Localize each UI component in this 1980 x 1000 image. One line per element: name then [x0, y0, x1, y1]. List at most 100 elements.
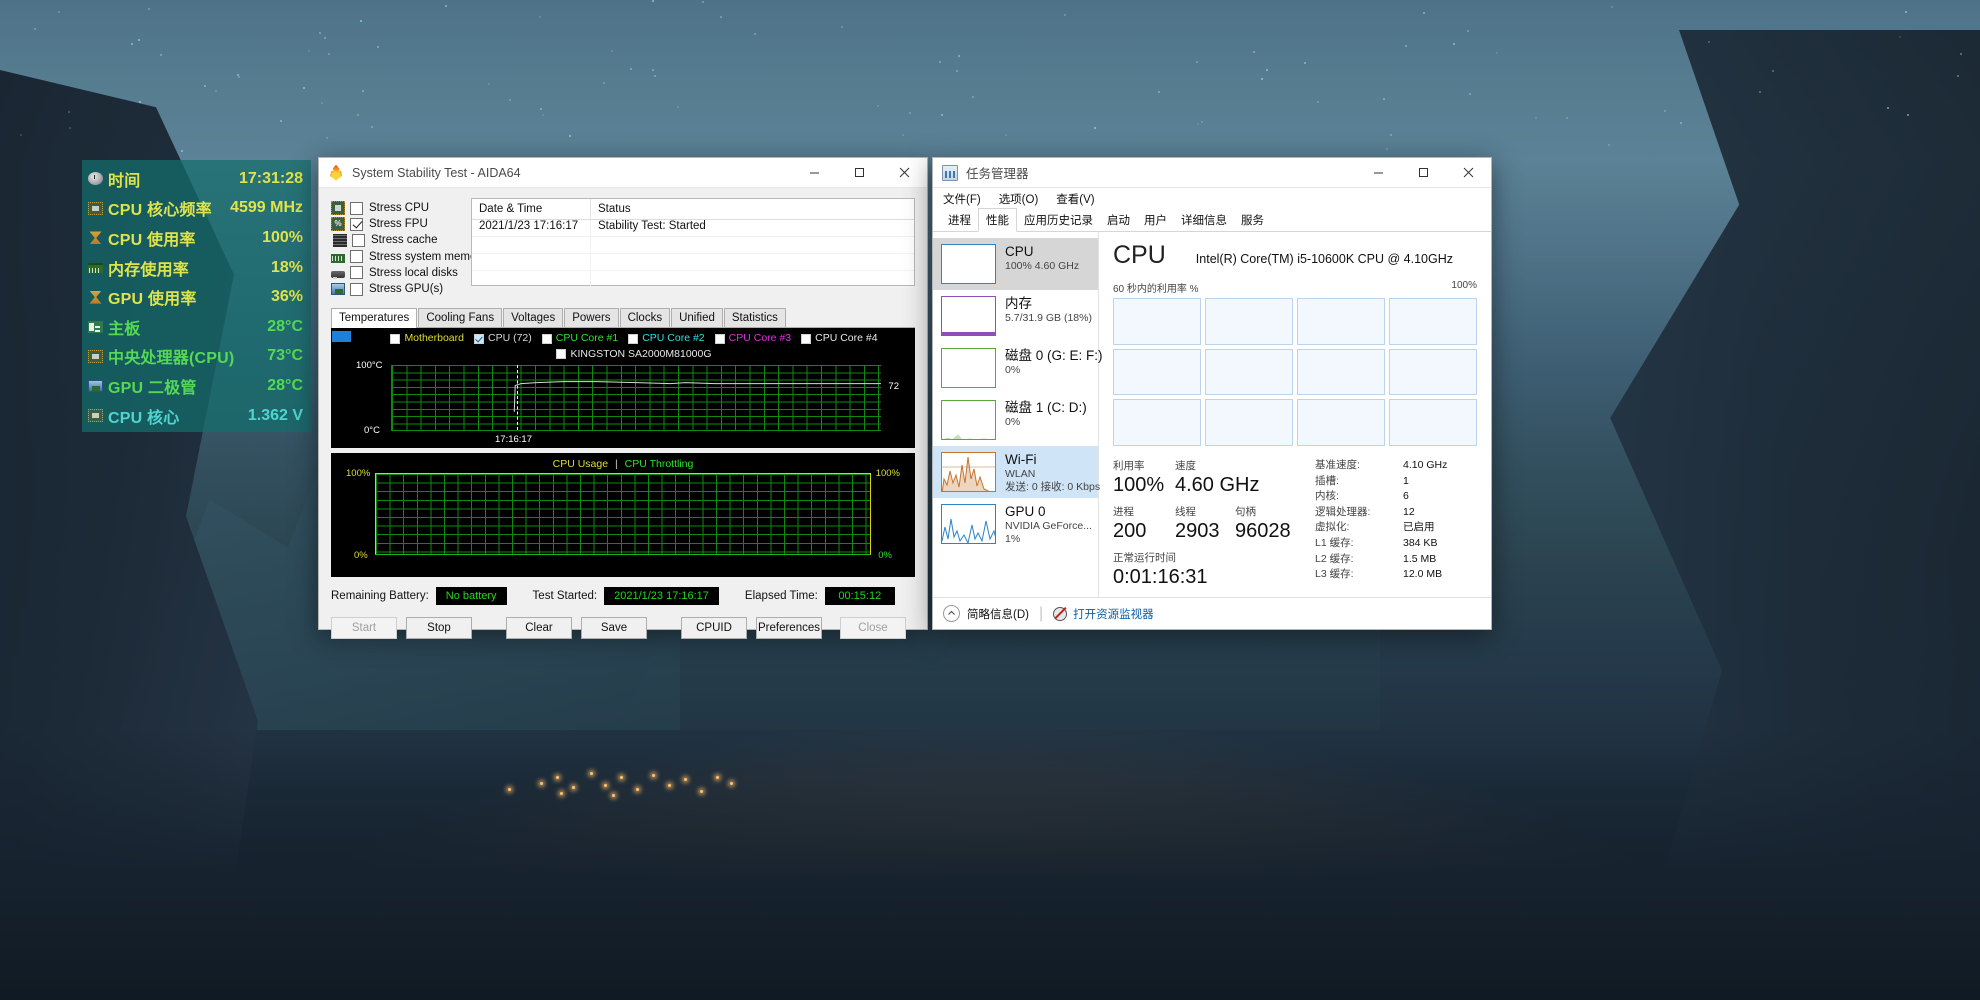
cpu-spec-row: 内核: 6 — [1315, 489, 1477, 505]
wallpaper-speck — [377, 46, 379, 48]
stress-option-checkbox[interactable] — [350, 250, 363, 263]
wallpaper-speck — [603, 82, 605, 84]
wallpaper-speck — [1196, 61, 1198, 63]
sensor-name: 中央处理器(CPU) — [108, 344, 234, 368]
tab-temperatures[interactable]: Temperatures — [331, 308, 417, 328]
legend-item[interactable]: Motherboard — [390, 332, 464, 345]
legend-item[interactable]: CPU (72) — [474, 332, 532, 345]
tab-unified[interactable]: Unified — [671, 308, 723, 327]
stress-option-checkbox[interactable] — [350, 218, 363, 231]
log-empty-row — [472, 254, 914, 271]
close-icon[interactable] — [882, 158, 927, 188]
tab-4[interactable]: 用户 — [1137, 209, 1174, 231]
cpuid-button[interactable]: CPUID — [681, 617, 747, 639]
stop-button[interactable]: Stop — [406, 617, 472, 639]
clear-button[interactable]: Clear — [506, 617, 572, 639]
menu-item[interactable]: 选项(O) — [999, 191, 1039, 207]
chevron-up-icon[interactable] — [943, 605, 960, 622]
task-manager-window: 任务管理器 文件(F) 选项(O) 查看(V) 进程 性能 应用历史记录 启动 用户 详细信息… — [932, 157, 1492, 630]
tab-0[interactable]: 进程 — [941, 209, 978, 231]
wallpaper-speck — [652, 0, 654, 2]
stress-option-row[interactable]: Stress GPU(s) — [331, 281, 459, 297]
wallpaper-speck — [652, 69, 654, 71]
menu-item[interactable]: 查看(V) — [1056, 191, 1094, 207]
legend-item[interactable]: CPU Core #3 — [715, 332, 791, 345]
sidebar-item-2[interactable]: 磁盘 0 (G: E: F:) 0% — [933, 342, 1098, 394]
close-icon[interactable] — [1446, 158, 1491, 188]
tab-statistics[interactable]: Statistics — [724, 308, 786, 327]
preferences-button[interactable]: Preferences — [756, 617, 822, 639]
sidebar-item-0[interactable]: CPU 100% 4.60 GHz — [933, 238, 1098, 290]
cpu-spec-value: 4.10 GHz — [1403, 458, 1447, 474]
legend-item[interactable]: CPU Core #2 — [628, 332, 704, 345]
legend-item[interactable]: CPU Core #1 — [542, 332, 618, 345]
tab-powers[interactable]: Powers — [564, 308, 618, 327]
cpu-chip-icon — [88, 350, 103, 363]
wallpaper-speck — [1253, 51, 1255, 53]
tab-clocks[interactable]: Clocks — [620, 308, 671, 327]
legend-checkbox[interactable] — [715, 334, 725, 344]
threads-value: 2903 — [1175, 519, 1235, 544]
resource-monitor-link[interactable]: 打开资源监视器 — [1073, 606, 1154, 622]
sidebar-item-1[interactable]: 内存 5.7/31.9 GB (18%) — [933, 290, 1098, 342]
wallpaper-speck — [303, 87, 305, 89]
wallpaper-speck — [1266, 69, 1268, 71]
speed-value: 4.60 GHz — [1175, 473, 1259, 498]
sidebar-item-3[interactable]: 磁盘 1 (C: D:) 0% — [933, 394, 1098, 446]
wallpaper-speck — [1535, 117, 1537, 119]
cpu-spec-value: 384 KB — [1403, 536, 1437, 552]
legend-checkbox[interactable] — [542, 334, 552, 344]
tab-voltages[interactable]: Voltages — [503, 308, 563, 327]
cpu-detail-panel: CPU Intel(R) Core(TM) i5-10600K CPU @ 4.… — [1099, 232, 1491, 597]
stress-option-checkbox[interactable] — [352, 234, 365, 247]
stress-option-checkbox[interactable] — [350, 202, 363, 215]
graph-scrollbar[interactable] — [331, 328, 353, 448]
stress-option-row[interactable]: Stress local disks — [331, 265, 459, 281]
sensor-value: 100% — [262, 229, 303, 247]
menu-item[interactable]: 文件(F) — [943, 191, 981, 207]
stress-option-checkbox[interactable] — [350, 283, 363, 296]
wallpaper-speck — [1496, 52, 1498, 54]
sidebar-item-5[interactable]: GPU 0 NVIDIA GeForce... 1% — [933, 498, 1098, 550]
stress-option-row[interactable]: Stress CPU — [331, 200, 459, 216]
wallpaper-speck — [939, 61, 941, 63]
minimize-icon[interactable] — [1356, 158, 1401, 188]
legend-item[interactable]: KINGSTON SA2000M81000G — [556, 348, 711, 361]
legend-checkbox[interactable] — [474, 334, 484, 344]
legend-item[interactable]: CPU Core #4 — [801, 332, 877, 345]
legend-checkbox[interactable] — [390, 334, 400, 344]
save-button[interactable]: Save — [581, 617, 647, 639]
tab-5[interactable]: 详细信息 — [1174, 209, 1234, 231]
stress-option-row[interactable]: % Stress FPU — [331, 216, 459, 232]
wallpaper-speck — [148, 8, 150, 10]
legend-checkbox[interactable] — [556, 349, 566, 359]
usage-title-right: CPU Throttling — [625, 458, 694, 470]
stress-option-row[interactable]: Stress cache — [331, 232, 459, 248]
tab-cooling-fans[interactable]: Cooling Fans — [418, 308, 502, 327]
wallpaper-village-light — [716, 776, 719, 779]
task-manager-window-controls — [1356, 158, 1491, 188]
maximize-icon[interactable] — [1401, 158, 1446, 188]
legend-checkbox[interactable] — [801, 334, 811, 344]
legend-label: CPU Core #3 — [729, 332, 791, 345]
aida64-flame-icon — [328, 165, 344, 181]
tab-6[interactable]: 服务 — [1234, 209, 1271, 231]
stress-option-row[interactable]: Stress system memory — [331, 249, 459, 265]
wallpaper-village-light — [636, 788, 639, 791]
aida64-window-controls — [792, 158, 927, 188]
elapsed-time-label: Elapsed Time: — [745, 590, 818, 602]
cpu-spec-row: 插槽: 1 — [1315, 474, 1477, 490]
stability-log-table: Date & Time Status 2021/1/23 17:16:17 St… — [471, 198, 915, 286]
maximize-icon[interactable] — [837, 158, 882, 188]
table-row[interactable]: 2021/1/23 17:16:17 Stability Test: Start… — [472, 220, 914, 237]
sidebar-item-4[interactable]: Wi-Fi WLAN 发送: 0 接收: 0 Kbps — [933, 446, 1098, 498]
minimize-icon[interactable] — [792, 158, 837, 188]
legend-checkbox[interactable] — [628, 334, 638, 344]
tab-2[interactable]: 应用历史记录 — [1017, 209, 1100, 231]
aida64-graph-tabs: Temperatures Cooling Fans Voltages Powers Cl… — [331, 308, 915, 328]
collapse-label[interactable]: 简略信息(D) — [967, 606, 1029, 622]
stress-option-checkbox[interactable] — [350, 266, 363, 279]
sidebar-item-sub1: 0% — [1005, 416, 1087, 429]
tab-1[interactable]: 性能 — [978, 208, 1017, 232]
tab-3[interactable]: 启动 — [1100, 209, 1137, 231]
